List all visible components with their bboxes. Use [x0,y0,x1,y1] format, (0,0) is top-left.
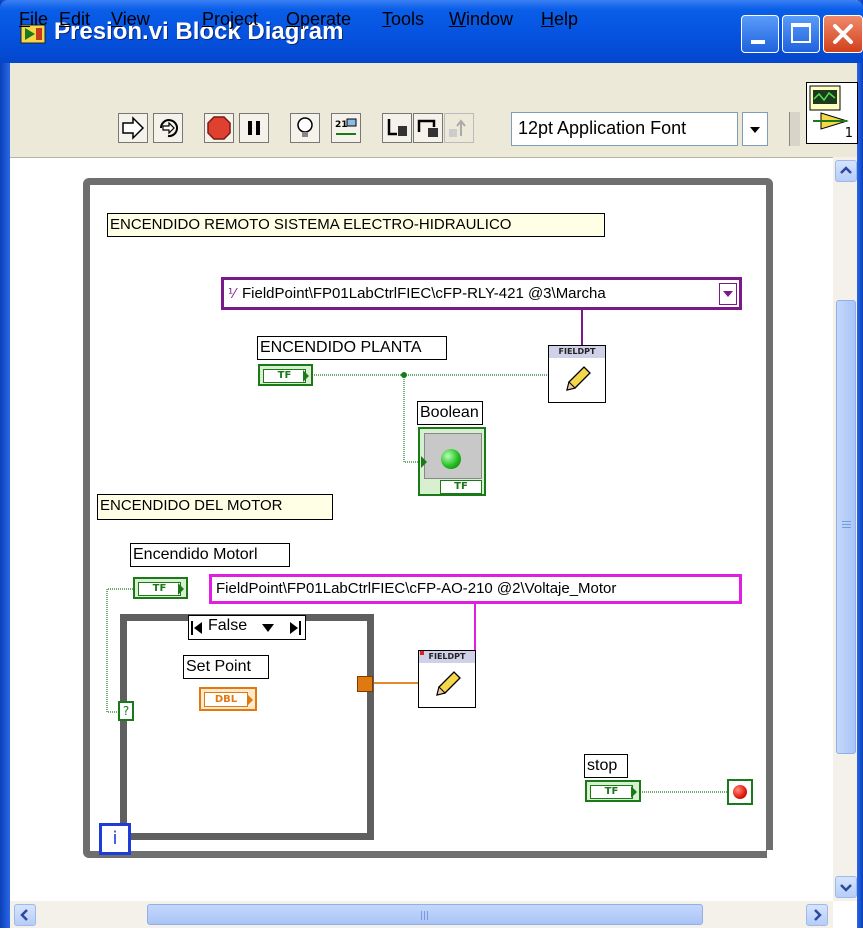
io-constant-relay-dropdown[interactable] [719,283,737,305]
terminal-type-tf: TF [440,480,482,494]
terminal-type-dbl: DBL [204,692,248,707]
chevron-down-icon [723,291,733,297]
led-icon [441,449,461,469]
terminal-arrow-icon [303,370,309,382]
terminal-arrow-icon [178,583,184,595]
terminal-type-tf: TF [263,369,306,383]
case-output-tunnel[interactable] [357,676,373,692]
io-constant-analog[interactable]: FieldPoint\FP01LabCtrlFIEC\cFP-AO-210 @2… [209,574,742,604]
fieldpoint-write-node-analog[interactable]: FIELDPT [418,650,476,708]
terminal-type-tf: TF [590,785,633,799]
iteration-terminal[interactable]: i [99,823,131,855]
error-indicator-icon [420,651,424,655]
terminal-type-tf: TF [138,582,181,596]
fieldpoint-write-node-relay[interactable]: FIELDPT [548,345,606,403]
label-encendido-planta: ENCENDIDO PLANTA [257,336,447,360]
control-set-point[interactable]: DBL [199,687,257,711]
io-constant-icon: ⅟ [228,287,236,302]
case-next-icon[interactable] [289,621,301,635]
stop-icon [733,785,747,799]
pencil-icon [566,366,591,391]
io-constant-analog-text: FieldPoint\FP01LabCtrlFIEC\cFP-AO-210 @2… [216,580,617,597]
control-encendido-motor[interactable]: TF [133,577,188,599]
case-selector-value: False [208,617,248,634]
io-constant-relay[interactable]: ⅟ FieldPoint\FP01LabCtrlFIEC\cFP-RLY-421… [221,277,742,310]
control-encendido-planta[interactable]: TF [258,364,313,386]
case-prev-icon[interactable] [191,621,203,635]
indicator-boolean[interactable]: TF [418,427,486,496]
loop-condition-terminal[interactable] [727,779,753,805]
fieldpoint-node-header: FIELDPT [549,346,605,358]
label-set-point: Set Point [183,655,269,679]
wire-junction [401,372,407,378]
case-selector-terminal[interactable]: ? [118,701,134,721]
label-stop: stop [584,754,628,778]
terminal-arrow-icon [631,786,637,798]
terminal-arrow-icon [247,694,253,706]
chevron-down-icon[interactable] [261,621,275,635]
terminal-arrow-icon [421,456,427,468]
pencil-icon [436,671,461,696]
label-boolean: Boolean [417,401,483,425]
control-stop[interactable]: TF [585,780,641,802]
label-encendido-motor: Encendido Motorl [130,543,290,567]
fieldpoint-node-header: FIELDPT [419,651,475,663]
io-constant-relay-text: FieldPoint\FP01LabCtrlFIEC\cFP-RLY-421 @… [242,285,606,302]
